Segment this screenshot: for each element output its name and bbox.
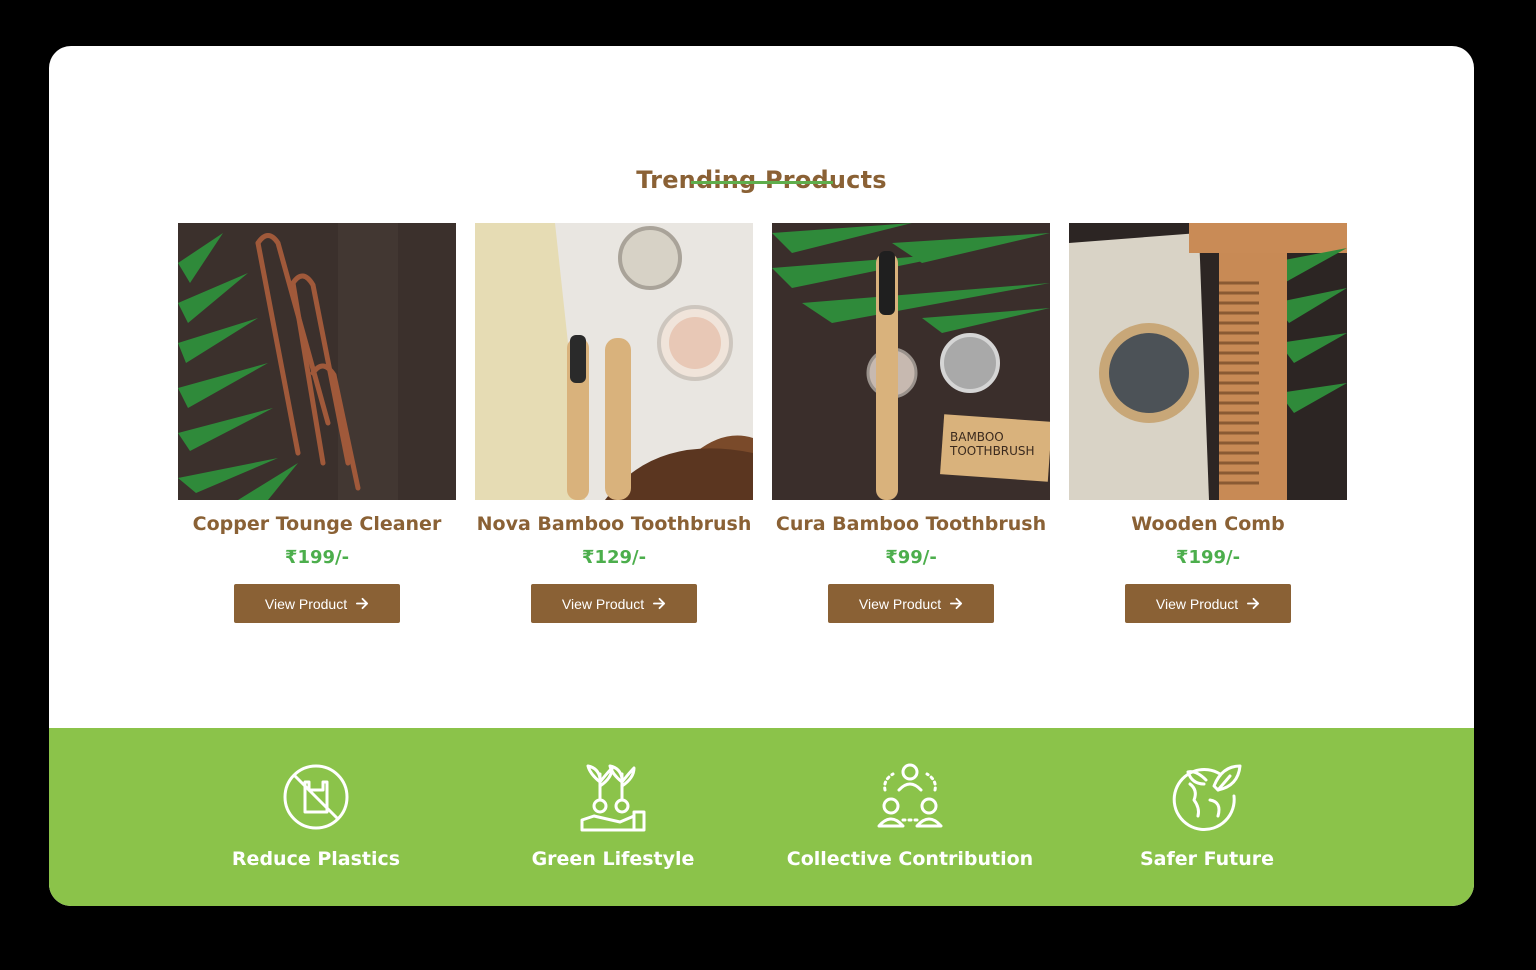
feature-green-lifestyle: Green Lifestyle bbox=[463, 728, 763, 870]
view-product-button[interactable]: View Product bbox=[828, 584, 994, 623]
feature-label: Collective Contribution bbox=[786, 848, 1034, 870]
feature-collective-contribution: Collective Contribution bbox=[760, 728, 1060, 870]
product-image-cura-bamboo-toothbrush[interactable]: BAMBOO TOOTHBRUSH bbox=[772, 223, 1050, 500]
package-label-line1: BAMBOO bbox=[950, 430, 1004, 444]
arrow-right-icon bbox=[1247, 597, 1260, 610]
product-card: Wooden Comb ₹199/- View Product bbox=[1069, 223, 1347, 623]
package-label-line2: TOOTHBRUSH bbox=[949, 444, 1035, 458]
product-name: Cura Bamboo Toothbrush bbox=[775, 513, 1047, 535]
button-label: View Product bbox=[264, 595, 348, 612]
features-banner: Reduce Plastics Green Lifestyle Collecti… bbox=[49, 728, 1474, 906]
community-icon bbox=[877, 763, 943, 828]
globe-leaf-icon bbox=[1172, 764, 1242, 831]
feature-label: Green Lifestyle bbox=[531, 848, 695, 870]
feature-reduce-plastics: Reduce Plastics bbox=[166, 728, 466, 870]
view-product-button[interactable]: View Product bbox=[531, 584, 697, 623]
plant-hand-icon bbox=[580, 764, 646, 832]
feature-label: Reduce Plastics bbox=[231, 848, 401, 870]
feature-safer-future: Safer Future bbox=[1057, 728, 1357, 870]
button-label: View Product bbox=[561, 595, 645, 612]
product-price: ₹129/- bbox=[581, 547, 647, 568]
title-underline bbox=[691, 181, 833, 184]
product-name: Copper Tounge Cleaner bbox=[192, 513, 442, 535]
product-name: Nova Bamboo Toothbrush bbox=[476, 513, 752, 535]
arrow-right-icon bbox=[653, 597, 666, 610]
page-frame: Trending Products Copper Tounge Cleaner … bbox=[49, 46, 1474, 906]
no-plastic-bag-icon bbox=[283, 764, 349, 830]
section-title: Trending Products bbox=[636, 166, 887, 194]
feature-label: Safer Future bbox=[1139, 848, 1275, 870]
product-grid: Copper Tounge Cleaner ₹199/- View Produc… bbox=[178, 223, 1347, 633]
arrow-right-icon bbox=[356, 597, 369, 610]
product-card: BAMBOO TOOTHBRUSH Cura Bamboo Toothbrush… bbox=[772, 223, 1050, 623]
product-price: ₹199/- bbox=[1175, 547, 1241, 568]
product-price: ₹199/- bbox=[284, 547, 350, 568]
button-label: View Product bbox=[1155, 595, 1239, 612]
product-name: Wooden Comb bbox=[1131, 513, 1285, 535]
button-label: View Product bbox=[858, 595, 942, 612]
arrow-right-icon bbox=[950, 597, 963, 610]
product-card: Nova Bamboo Toothbrush ₹129/- View Produ… bbox=[475, 223, 753, 623]
view-product-button[interactable]: View Product bbox=[1125, 584, 1291, 623]
product-image-copper-tongue-cleaner[interactable] bbox=[178, 223, 456, 500]
product-price: ₹99/- bbox=[885, 547, 937, 568]
product-card: Copper Tounge Cleaner ₹199/- View Produc… bbox=[178, 223, 456, 623]
view-product-button[interactable]: View Product bbox=[234, 584, 400, 623]
product-image-wooden-comb[interactable] bbox=[1069, 223, 1347, 500]
product-image-nova-bamboo-toothbrush[interactable] bbox=[475, 223, 753, 500]
